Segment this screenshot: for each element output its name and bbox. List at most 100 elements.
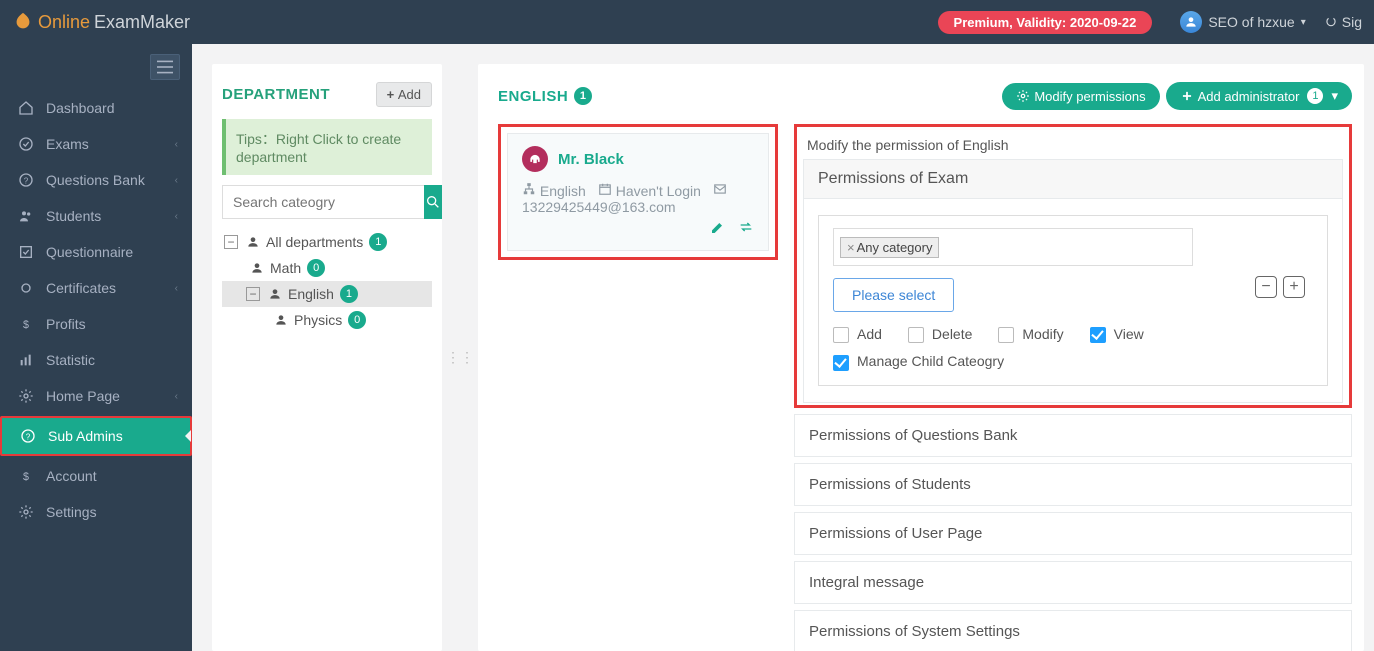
chevron-left-icon: ‹ (175, 175, 178, 186)
user-menu[interactable]: SEO of hzxue ▾ (1180, 11, 1305, 33)
search-icon (425, 194, 441, 210)
top-nav: OnlineExamMaker Premium, Validity: 2020-… (0, 0, 1374, 44)
power-icon (1324, 15, 1338, 29)
gear-icon (1016, 89, 1030, 103)
collapse-icon[interactable]: − (246, 287, 260, 301)
department-search-button[interactable] (424, 185, 442, 219)
chevron-left-icon: ‹ (175, 211, 178, 222)
user-name: Mr. Black (558, 151, 624, 168)
count-badge: 0 (348, 311, 366, 329)
svg-text:$: $ (23, 471, 29, 483)
check-circle-icon (18, 136, 34, 152)
checkbox-delete[interactable]: Delete (908, 326, 972, 343)
user-icon (268, 287, 282, 301)
logo-icon (12, 11, 34, 33)
sidebar-item-label: Exams (46, 136, 89, 152)
collapse-all-button[interactable]: − (1255, 276, 1277, 298)
checkbox-add[interactable]: Add (833, 326, 882, 343)
collapse-icon[interactable]: − (224, 235, 238, 249)
sidebar-item-sub-admins[interactable]: ? Sub Admins (2, 418, 190, 454)
expand-all-button[interactable]: + (1283, 276, 1305, 298)
add-department-button[interactable]: + Add (376, 82, 432, 107)
sidebar-item-settings[interactable]: Settings (0, 494, 192, 530)
checkbox-view[interactable]: View (1090, 326, 1144, 343)
chevron-down-icon: ▾ (1301, 17, 1306, 28)
user-login-status: Haven't Login (616, 183, 701, 199)
count-badge: 1 (1307, 88, 1323, 104)
mail-icon (713, 182, 727, 196)
brand-text-1: Online (38, 12, 90, 33)
permissions-section[interactable]: Permissions of Students (794, 463, 1352, 506)
sidebar-item-questionnaire[interactable]: Questionnaire (0, 234, 192, 270)
sidebar-item-label: Students (46, 208, 101, 224)
chevron-down-icon: ▾ (1331, 88, 1338, 104)
sidebar-item-home-page[interactable]: Home Page ‹ (0, 378, 192, 414)
remove-tag-icon[interactable]: × (847, 240, 855, 255)
sidebar-item-statistic[interactable]: Statistic (0, 342, 192, 378)
user-dept: English (540, 183, 586, 199)
tree-label: Math (270, 260, 301, 276)
department-tree: − All departments 1 Math 0 − English 1 (222, 229, 432, 333)
checkbox-manage-child[interactable]: Manage Child Cateogry (833, 353, 1004, 370)
sidebar-item-certificates[interactable]: Certificates ‹ (0, 270, 192, 306)
tree-all-departments[interactable]: − All departments 1 (222, 229, 432, 255)
user-card[interactable]: Mr. Black English Haven't Login 13229425… (507, 133, 769, 251)
headset-icon (528, 152, 542, 166)
sidebar-item-label: Account (46, 468, 97, 484)
tree-math[interactable]: Math 0 (222, 255, 432, 281)
tree-physics[interactable]: Physics 0 (222, 307, 432, 333)
sitemap-icon (522, 182, 536, 196)
signout-label: Sig (1342, 14, 1362, 30)
dollar-icon: $ (18, 468, 34, 484)
pencil-icon (710, 219, 726, 235)
swap-button[interactable] (738, 219, 754, 238)
hamburger-icon (157, 60, 173, 74)
checkbox-modify[interactable]: Modify (998, 326, 1063, 343)
question-icon: ? (18, 172, 34, 188)
tree-label: English (288, 286, 334, 302)
sidebar-item-profits[interactable]: $ Profits (0, 306, 192, 342)
avatar (522, 146, 548, 172)
tree-label: Physics (294, 312, 342, 328)
sidebar-item-exams[interactable]: Exams ‹ (0, 126, 192, 162)
svg-text:?: ? (24, 176, 29, 185)
svg-text:$: $ (23, 319, 29, 331)
drag-handle[interactable]: ⋮⋮ (456, 64, 464, 651)
menu-toggle-button[interactable] (150, 54, 180, 80)
gear-icon (18, 388, 34, 404)
sidebar: Dashboard Exams ‹ ? Questions Bank ‹ Stu… (0, 44, 192, 651)
right-panel: ENGLISH 1 Modify permissions Add adminis… (478, 64, 1364, 651)
sidebar-item-dashboard[interactable]: Dashboard (0, 90, 192, 126)
permissions-section[interactable]: Permissions of User Page (794, 512, 1352, 555)
signout-link[interactable]: Sig (1324, 14, 1362, 30)
user-email: 13229425449@163.com (522, 199, 754, 215)
brand-logo[interactable]: OnlineExamMaker (12, 11, 190, 33)
question-icon: ? (20, 428, 36, 444)
users-icon (18, 208, 34, 224)
sidebar-item-questions-bank[interactable]: ? Questions Bank ‹ (0, 162, 192, 198)
sidebar-item-account[interactable]: $ Account (0, 458, 192, 494)
user-icon (250, 261, 264, 275)
user-name: SEO of hzxue (1208, 14, 1294, 30)
permissions-section[interactable]: Permissions of Questions Bank (794, 414, 1352, 457)
category-tag-input[interactable]: ×Any category (833, 228, 1193, 266)
sidebar-item-label: Profits (46, 316, 86, 332)
department-search-input[interactable] (222, 185, 424, 219)
permissions-exam-header[interactable]: Permissions of Exam (804, 160, 1342, 199)
modify-permissions-button[interactable]: Modify permissions (1002, 83, 1159, 110)
please-select-button[interactable]: Please select (833, 278, 954, 312)
edit-button[interactable] (710, 219, 726, 238)
sidebar-item-label: Statistic (46, 352, 95, 368)
permissions-section[interactable]: Integral message (794, 561, 1352, 604)
sidebar-item-students[interactable]: Students ‹ (0, 198, 192, 234)
premium-badge[interactable]: Premium, Validity: 2020-09-22 (938, 11, 1153, 34)
tree-english[interactable]: − English 1 (222, 281, 432, 307)
home-icon (18, 100, 34, 116)
sidebar-item-label: Questionnaire (46, 244, 133, 260)
permissions-section[interactable]: Permissions of System Settings (794, 610, 1352, 651)
department-title: DEPARTMENT (222, 86, 330, 103)
sidebar-item-label: Settings (46, 504, 97, 520)
add-administrator-button[interactable]: Add administrator 1 ▾ (1166, 82, 1352, 110)
checkbox-icon (18, 244, 34, 260)
tree-label: All departments (266, 234, 363, 250)
